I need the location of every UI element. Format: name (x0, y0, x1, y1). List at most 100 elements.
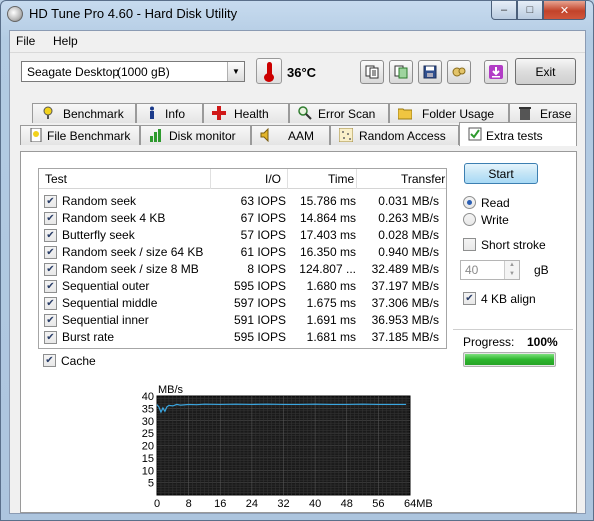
copy-text-button[interactable] (360, 60, 384, 84)
tab-control: Benchmark Info Health Error Scan Folder … (10, 95, 585, 515)
test-checkbox[interactable]: ✔ (44, 246, 57, 259)
test-time: 1.675 ms (306, 296, 356, 310)
tab-aam[interactable]: AAM (251, 125, 330, 145)
results-table: Test I/O Time Transfer ✔ Random seek 63 IO… (38, 168, 447, 349)
table-row[interactable]: ✔ Random seek / size 8 MB 8 IOPS 124.807 ..… (39, 261, 446, 278)
col-transfer[interactable]: Transfer (401, 172, 445, 186)
4kb-align-label: 4 KB align (481, 292, 536, 306)
short-stroke-checkbox[interactable] (463, 238, 476, 251)
test-checkbox[interactable]: ✔ (44, 280, 57, 293)
window-controls: – □ ✕ (491, 1, 586, 20)
exit-button[interactable]: Exit (515, 58, 576, 85)
test-time: 16.350 ms (299, 245, 356, 259)
drive-select[interactable]: Seagate Desktop (1000 gB) ▼ (21, 61, 245, 82)
menu-file[interactable]: File (16, 34, 35, 48)
folder-icon (397, 106, 413, 120)
download-button[interactable] (484, 60, 508, 84)
read-radio[interactable] (463, 196, 476, 209)
title-bar[interactable]: HD Tune Pro 4.60 - Hard Disk Utility – □… (1, 1, 593, 29)
tab-benchmark[interactable]: Benchmark (32, 103, 136, 123)
tab-random-access[interactable]: Random Access (330, 125, 459, 145)
test-checkbox[interactable]: ✔ (44, 212, 57, 225)
progress-value: 100% (527, 335, 558, 349)
menu-bar: File Help (10, 31, 585, 51)
short-stroke-label: Short stroke (481, 238, 546, 252)
progress-fill (465, 354, 554, 365)
4kb-align-checkbox[interactable]: ✔ (463, 292, 476, 305)
close-button[interactable]: ✕ (543, 1, 586, 20)
write-label: Write (481, 213, 509, 227)
test-checkbox[interactable]: ✔ (44, 195, 57, 208)
table-row[interactable]: ✔ Burst rate 595 IOPS 1.681 ms 37.185 MB/s (39, 329, 446, 346)
test-checkbox[interactable]: ✔ (44, 229, 57, 242)
temperature-button[interactable] (256, 58, 282, 84)
y-tick-label: 10 (142, 465, 154, 477)
test-checkbox[interactable]: ✔ (44, 331, 57, 344)
test-name: Burst rate (62, 330, 115, 344)
test-name: Sequential outer (62, 279, 150, 293)
col-test[interactable]: Test (45, 172, 67, 186)
y-tick-label: 25 (142, 428, 154, 440)
dropdown-arrow-icon[interactable]: ▼ (227, 62, 244, 81)
test-checkbox[interactable]: ✔ (44, 314, 57, 327)
short-stroke-size-input[interactable]: 40 ▲ ▼ (460, 260, 520, 280)
test-time: 1.680 ms (306, 279, 356, 293)
divider (453, 329, 573, 330)
test-io: 595 IOPS (233, 279, 286, 293)
test-io: 63 IOPS (240, 194, 286, 208)
test-io: 597 IOPS (233, 296, 286, 310)
write-radio[interactable] (463, 213, 476, 226)
file-benchmark-icon (29, 127, 43, 143)
tab-info[interactable]: Info (136, 103, 203, 123)
spin-arrows-icon[interactable]: ▲ ▼ (504, 261, 519, 279)
table-row[interactable]: ✔ Random seek 63 IOPS 15.786 ms 0.031 MB/s (39, 193, 446, 210)
x-tick-label: 64MB (404, 498, 433, 507)
table-row[interactable]: ✔ Butterfly seek 57 IOPS 17.403 ms 0.028 MB/… (39, 227, 446, 244)
table-row[interactable]: ✔ Sequential inner 591 IOPS 1.691 ms 36.953 … (39, 312, 446, 329)
minimize-button[interactable]: – (491, 1, 517, 20)
test-name: Butterfly seek (62, 228, 135, 242)
table-row[interactable]: ✔ Random seek 4 KB 67 IOPS 14.864 ms 0.263 M… (39, 210, 446, 227)
tab-extra-tests[interactable]: Extra tests (459, 122, 577, 146)
start-button[interactable]: Start (464, 163, 538, 184)
test-time: 1.691 ms (306, 313, 356, 327)
x-tick-label: 40 (309, 498, 321, 507)
disk-monitor-icon (149, 128, 163, 142)
menu-help[interactable]: Help (53, 34, 78, 48)
drive-name: Seagate Desktop (27, 65, 120, 79)
table-row[interactable]: ✔ Sequential middle 597 IOPS 1.675 ms 37.306… (39, 295, 446, 312)
maximize-button[interactable]: □ (517, 1, 543, 20)
benchmark-icon (41, 106, 55, 120)
table-row[interactable]: ✔ Sequential outer 595 IOPS 1.680 ms 37.197 … (39, 278, 446, 295)
tab-folder-usage[interactable]: Folder Usage (389, 103, 509, 123)
cache-checkbox[interactable]: ✔ (43, 354, 56, 367)
tab-disk-monitor[interactable]: Disk monitor (140, 125, 251, 145)
extra-tests-icon (468, 127, 482, 141)
test-transfer: 37.197 MB/s (371, 279, 439, 293)
info-icon (145, 106, 159, 120)
options-button[interactable] (447, 60, 471, 84)
download-icon (489, 65, 503, 79)
options-icon (452, 67, 466, 77)
client-area: File Help Seagate Desktop (1000 gB) ▼ 36… (9, 30, 586, 514)
y-axis-label: MB/s (158, 384, 184, 396)
short-stroke-unit: gB (534, 263, 549, 277)
tab-health[interactable]: Health (203, 103, 289, 123)
test-checkbox[interactable]: ✔ (44, 297, 57, 310)
col-io[interactable]: I/O (265, 172, 281, 186)
test-checkbox[interactable]: ✔ (44, 263, 57, 276)
table-row[interactable]: ✔ Random seek / size 64 KB 61 IOPS 16.350 m… (39, 244, 446, 261)
drive-capacity: (1000 gB) (117, 65, 170, 79)
progress-label: Progress: (463, 335, 515, 349)
toolbar: Seagate Desktop (1000 gB) ▼ 36°C Exit (10, 52, 585, 94)
x-tick-label: 0 (154, 498, 160, 507)
tab-erase[interactable]: Erase (509, 103, 577, 123)
save-button[interactable] (418, 60, 442, 84)
col-time[interactable]: Time (328, 172, 354, 186)
read-label: Read (481, 196, 510, 210)
copy-screenshot-button[interactable] (389, 60, 413, 84)
test-time: 14.864 ms (299, 211, 356, 225)
tab-file-benchmark[interactable]: File Benchmark (20, 125, 140, 145)
test-transfer: 37.185 MB/s (371, 330, 439, 344)
tab-error-scan[interactable]: Error Scan (289, 103, 389, 123)
